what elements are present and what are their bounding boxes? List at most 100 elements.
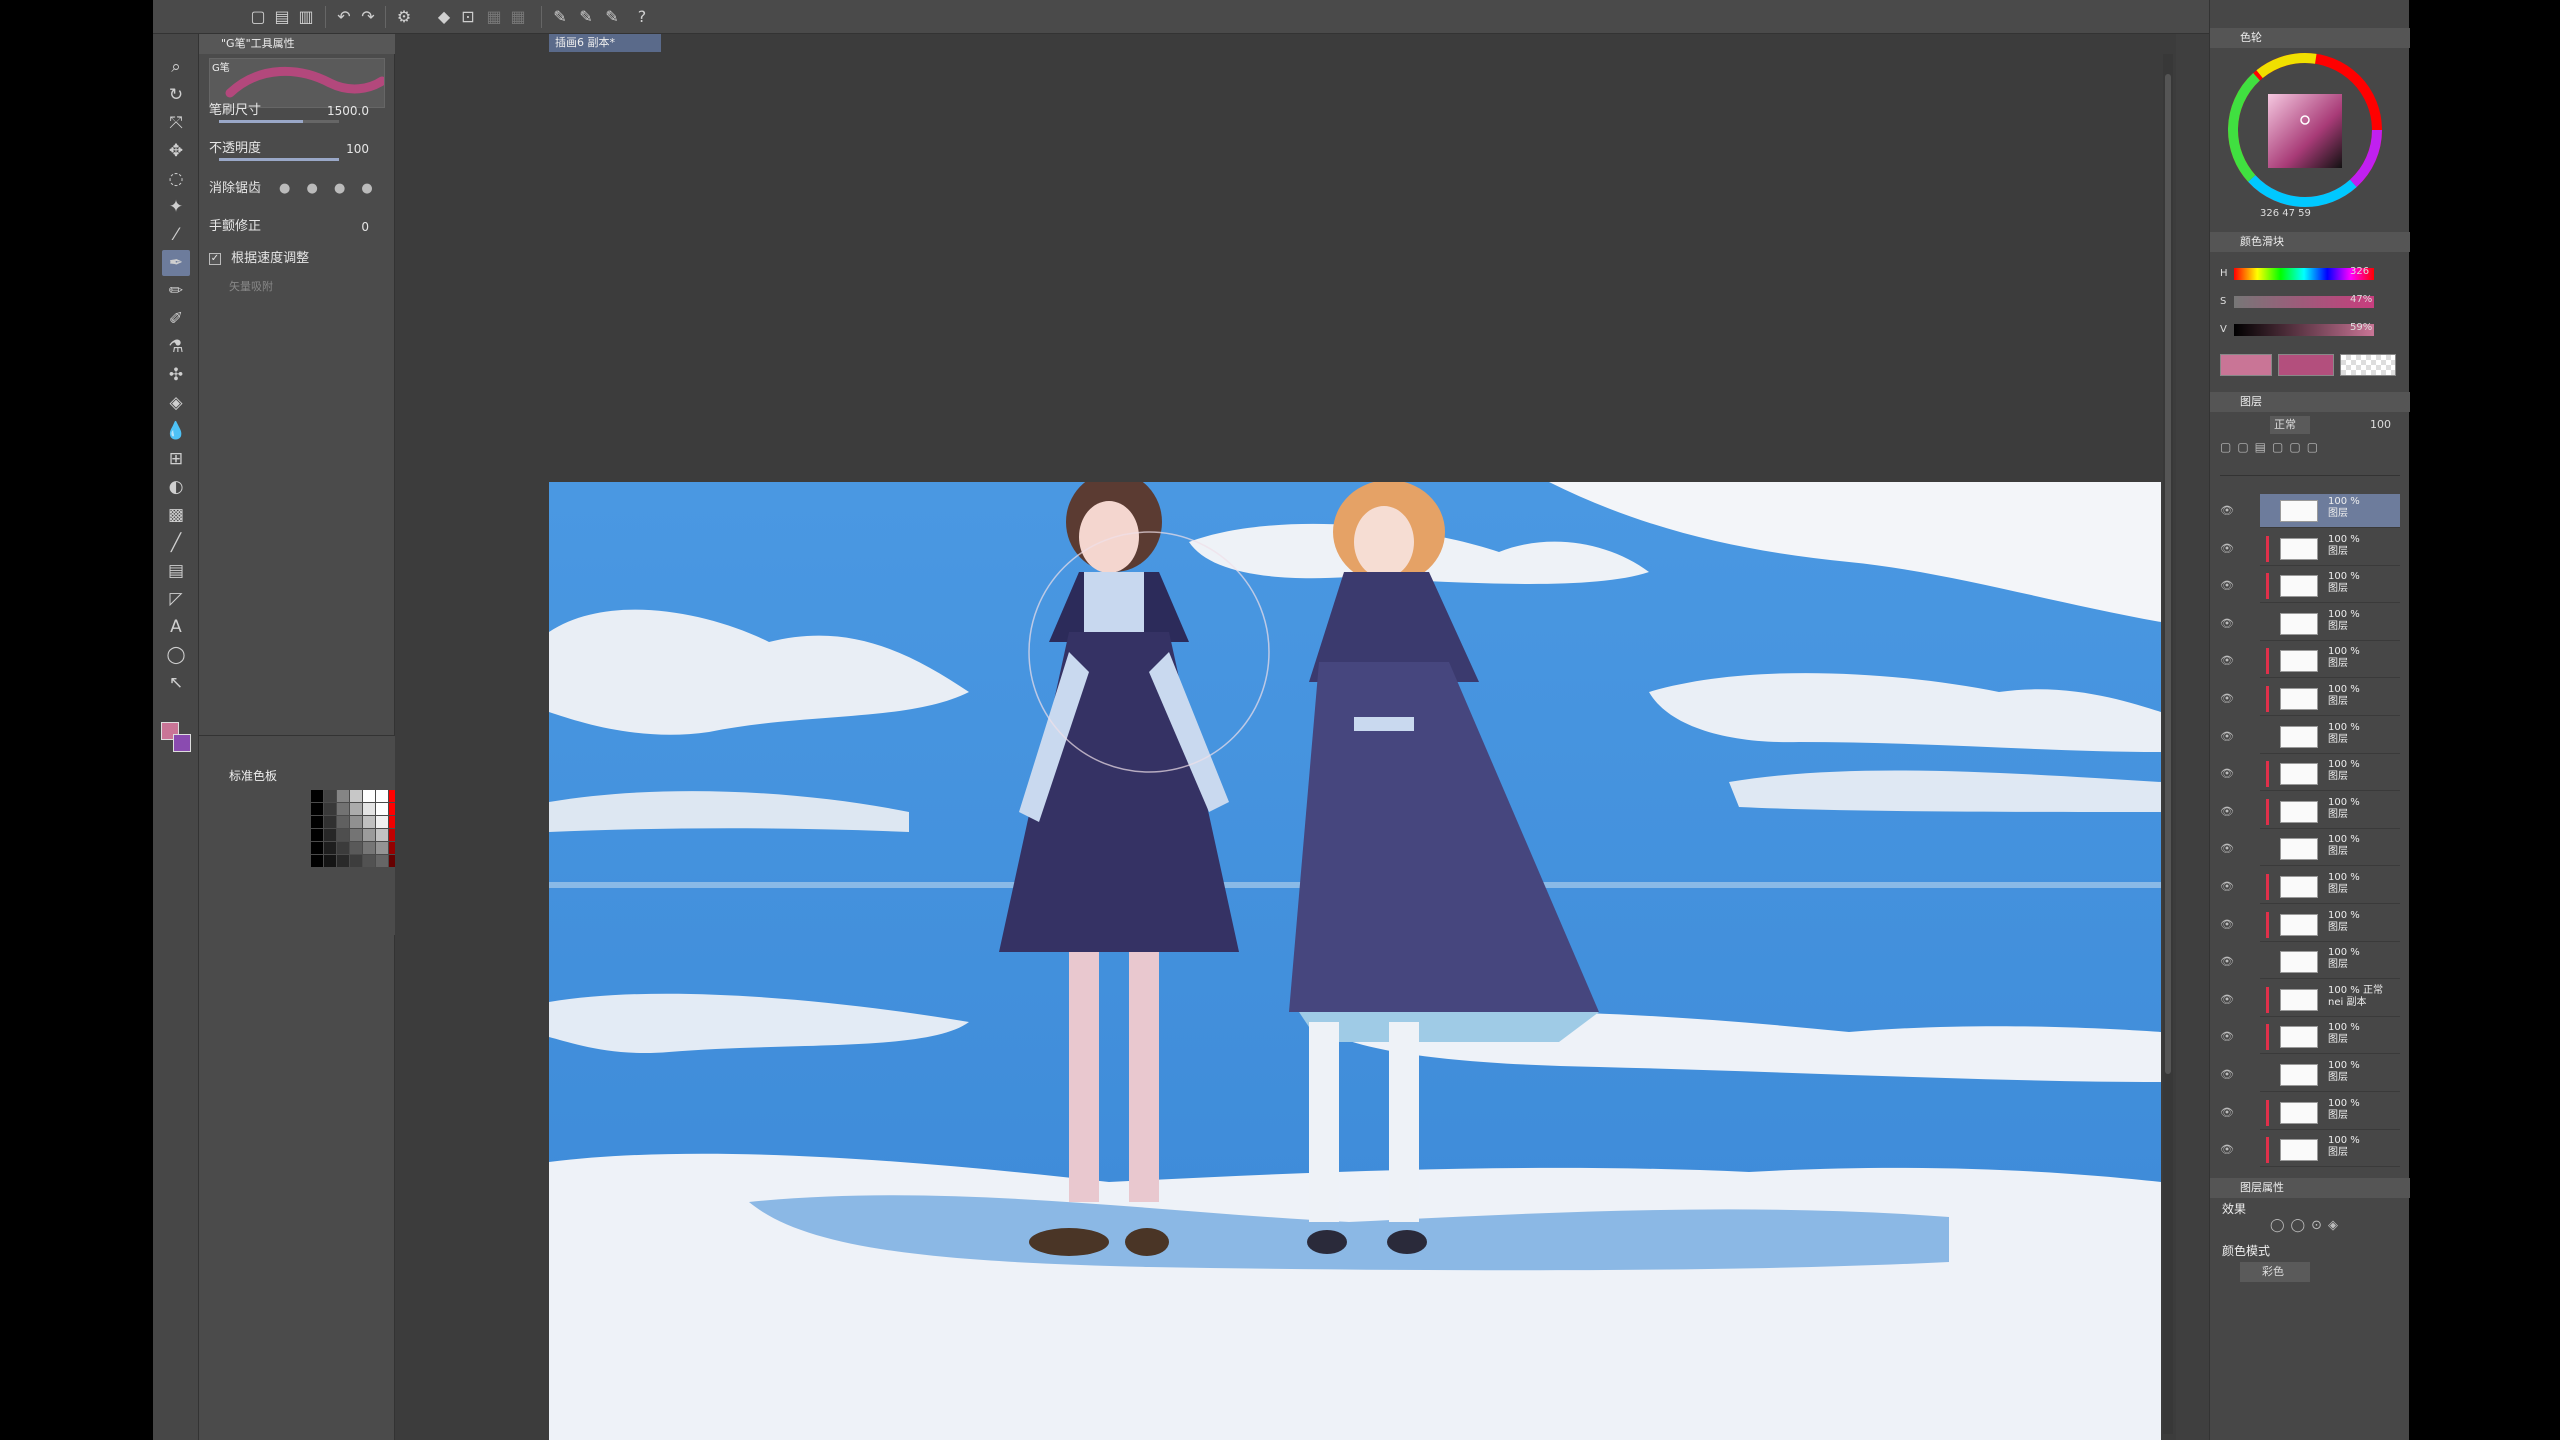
canvas-scrollbar[interactable] [2163, 54, 2173, 1434]
stabilization-value[interactable]: 0 [361, 214, 369, 240]
layer-row[interactable]: 👁 100 % 图层 [2220, 644, 2400, 679]
layer-row[interactable]: 👁 100 % 图层 [2220, 532, 2400, 566]
layer-row[interactable]: 👁 100 % 正常 nei 副本 [2220, 983, 2400, 1017]
eye-icon[interactable]: 👁 [2220, 1106, 2234, 1119]
layer-row[interactable]: 👁 100 % 图层 [2220, 494, 2400, 528]
eye-icon[interactable]: 👁 [2220, 993, 2234, 1006]
layer-row[interactable]: 👁 100 % 图层 [2220, 569, 2400, 604]
color-swatch[interactable] [311, 803, 323, 815]
eye-icon[interactable]: 👁 [2220, 1143, 2234, 1156]
crop-icon[interactable]: ⊡ [457, 6, 479, 28]
ruler-tool-icon[interactable]: ◸ [162, 586, 190, 612]
color-swatch[interactable] [376, 803, 388, 815]
eye-icon[interactable]: 👁 [2220, 918, 2234, 931]
eye-icon[interactable]: 👁 [2220, 805, 2234, 818]
color-swatch[interactable] [376, 855, 388, 867]
undo-icon[interactable]: ↶ [333, 6, 355, 28]
transparent-chip[interactable] [2340, 354, 2396, 376]
fill-tool-icon[interactable]: ◐ [162, 474, 190, 500]
color-swatch[interactable] [311, 790, 323, 802]
layer-row[interactable]: 👁 100 % 图层 [2220, 1020, 2400, 1055]
auto-select-tool-icon[interactable]: ✦ [162, 194, 190, 220]
color-swatch[interactable] [363, 816, 375, 828]
layer-row[interactable]: 👁 100 % 图层 [2220, 1133, 2400, 1168]
saturation-value[interactable]: 47% [2350, 294, 2372, 305]
layer-row[interactable]: 👁 100 % 图层 [2220, 832, 2400, 867]
color-wheel[interactable] [2210, 48, 2410, 218]
color-swatch[interactable] [311, 829, 323, 841]
pen-a-icon[interactable]: ✎ [549, 6, 571, 28]
color-swatch[interactable] [337, 829, 349, 841]
color-swatch[interactable] [376, 816, 388, 828]
brush-size-row[interactable]: 笔刷尺寸 1500.0 [209, 98, 389, 124]
blend-mode-select[interactable]: 正常 [2270, 416, 2310, 434]
correction-tool-icon[interactable]: ↖ [162, 670, 190, 696]
hue-value[interactable]: 326 [2350, 266, 2369, 277]
open-file-icon[interactable]: ▤ [271, 6, 293, 28]
color-swatch[interactable] [363, 790, 375, 802]
transform-icon[interactable]: ⚙ [393, 6, 415, 28]
opacity-row[interactable]: 不透明度 100 [209, 136, 389, 162]
main-color-chip[interactable] [2220, 354, 2272, 376]
select-tool-icon[interactable]: ⤧ [162, 110, 190, 136]
color-swatch[interactable] [363, 803, 375, 815]
speed-row[interactable]: ✓ 根据速度调整 [209, 246, 389, 272]
anti-alias-options[interactable]: ● ● ● ● [279, 176, 379, 202]
zoom-tool-icon[interactable]: ⌕ [162, 54, 190, 80]
color-swatch[interactable] [311, 816, 323, 828]
redo-icon[interactable]: ↷ [357, 6, 379, 28]
layer-row[interactable]: 👁 100 % 图层 [2220, 607, 2400, 641]
layer-row[interactable]: 👁 100 % 图层 [2220, 1096, 2400, 1130]
brush-size-slider[interactable] [219, 120, 339, 123]
opacity-slider[interactable] [219, 158, 339, 161]
value-value[interactable]: 59% [2350, 322, 2372, 333]
pencil-tool-icon[interactable]: ✏ [162, 278, 190, 304]
color-swatch[interactable] [350, 842, 362, 854]
grid-tool-icon[interactable]: ⊞ [162, 446, 190, 472]
save-icon[interactable]: ▥ [295, 6, 317, 28]
color-mode-select[interactable]: 彩色 [2240, 1262, 2310, 1282]
eyedropper-tool-icon[interactable]: ⁄ [162, 222, 190, 248]
ruler-icon[interactable]: ▦ [483, 6, 505, 28]
color-swatch[interactable] [311, 842, 323, 854]
lasso-tool-icon[interactable]: ◌ [162, 166, 190, 192]
color-swatch[interactable] [337, 816, 349, 828]
layer-row[interactable]: 👁 100 % 图层 [2220, 682, 2400, 716]
help-icon[interactable]: ? [631, 6, 653, 28]
color-swatch[interactable] [363, 829, 375, 841]
eye-icon[interactable]: 👁 [2220, 692, 2234, 705]
layer-row[interactable]: 👁 100 % 图层 [2220, 945, 2400, 980]
color-swatch[interactable] [324, 855, 336, 867]
color-swatch[interactable] [350, 829, 362, 841]
color-set-title[interactable]: 标准色板 [199, 766, 395, 786]
color-swatch[interactable] [337, 803, 349, 815]
gradient-tool-icon[interactable]: ▩ [162, 502, 190, 528]
eye-icon[interactable]: 👁 [2220, 1068, 2234, 1081]
color-swatch[interactable] [376, 842, 388, 854]
new-file-icon[interactable]: ▢ [247, 6, 269, 28]
pen-c-icon[interactable]: ✎ [601, 6, 623, 28]
blend-tool-icon[interactable]: 💧 [162, 418, 190, 444]
effect-icons[interactable]: ◯◯⊙◈ [2270, 1218, 2344, 1233]
color-swatch[interactable] [324, 790, 336, 802]
fill-icon[interactable]: ◆ [433, 6, 455, 28]
color-swatch[interactable] [350, 855, 362, 867]
pen-tool-icon[interactable]: ✒ [162, 250, 190, 276]
color-swatch[interactable] [376, 790, 388, 802]
rotate-tool-icon[interactable]: ↻ [162, 82, 190, 108]
color-swatch[interactable] [337, 842, 349, 854]
color-swatch[interactable] [337, 790, 349, 802]
sub-color-chip[interactable] [2278, 354, 2334, 376]
eye-icon[interactable]: 👁 [2220, 617, 2234, 630]
speed-checkbox[interactable]: ✓ [209, 252, 221, 265]
color-swatch[interactable] [350, 790, 362, 802]
sub-color-swatch[interactable] [173, 734, 191, 752]
anti-alias-row[interactable]: 消除锯齿 ● ● ● ● [209, 176, 389, 202]
pen-b-icon[interactable]: ✎ [575, 6, 597, 28]
eye-icon[interactable]: 👁 [2220, 579, 2234, 592]
color-swatch[interactable] [363, 855, 375, 867]
eye-icon[interactable]: 👁 [2220, 504, 2234, 517]
eye-icon[interactable]: 👁 [2220, 1030, 2234, 1043]
eye-icon[interactable]: 👁 [2220, 880, 2234, 893]
artwork-canvas[interactable] [549, 482, 2161, 1440]
